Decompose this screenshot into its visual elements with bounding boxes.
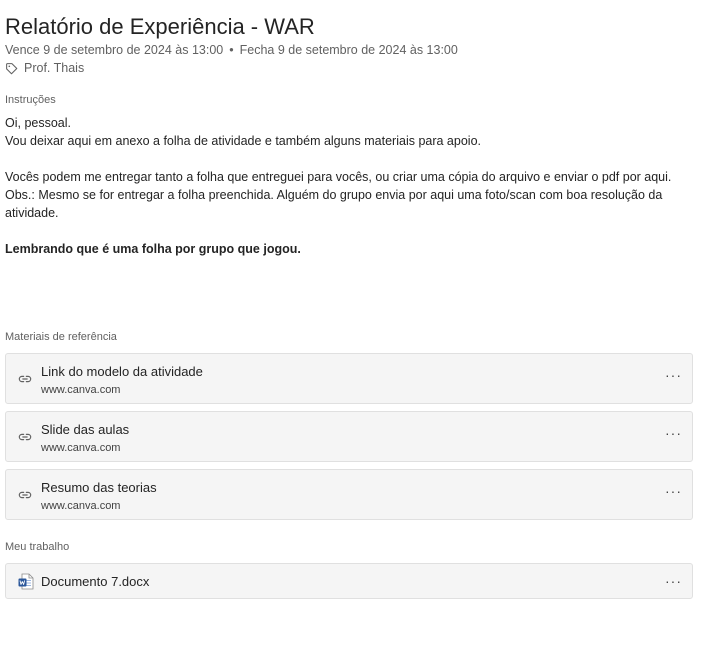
due-date: Vence 9 de setembro de 2024 às 13:00	[5, 43, 224, 57]
instructions-reminder: Lembrando que é uma folha por grupo que …	[5, 242, 301, 256]
reference-title[interactable]: Slide das aulas	[41, 422, 129, 437]
word-doc-icon	[18, 573, 34, 595]
instructions-line: Oi, pessoal.	[5, 116, 72, 130]
more-options-button[interactable]: ···	[665, 484, 682, 498]
file-name[interactable]: Documento 7.docx	[41, 574, 149, 589]
more-options-button[interactable]: ···	[665, 368, 682, 382]
instructions-label: Instruções	[5, 94, 56, 106]
tag-icon	[5, 62, 18, 75]
close-date: Fecha 9 de setembro de 2024 às 13:00	[239, 43, 458, 57]
assignment-page: Relatório de Experiência - WAR Vence 9 d…	[0, 0, 716, 658]
link-icon	[18, 430, 32, 449]
meta-separator: •	[229, 43, 234, 57]
reference-url: www.canva.com	[41, 442, 121, 454]
reference-title[interactable]: Link do modelo da atividade	[41, 364, 203, 379]
instructions-line: Obs.: Mesmo se for entregar a folha pree…	[5, 188, 663, 220]
link-icon	[18, 488, 32, 507]
instructions-line: Vocês podem me entregar tanto a folha qu…	[5, 170, 672, 184]
my-work-label: Meu trabalho	[5, 541, 70, 553]
instructions-body: Oi, pessoal. Vou deixar aqui em anexo a …	[5, 114, 695, 258]
teacher-tag: Prof. Thais	[5, 61, 84, 75]
instructions-line: Vou deixar aqui em anexo a folha de ativ…	[5, 134, 481, 148]
reference-card[interactable]: Link do modelo da atividade www.canva.co…	[5, 353, 693, 404]
more-options-button[interactable]: ···	[665, 426, 682, 440]
due-dates: Vence 9 de setembro de 2024 às 13:00 • Fec…	[5, 43, 458, 57]
file-card[interactable]: Documento 7.docx ···	[5, 563, 693, 599]
more-options-button[interactable]: ···	[665, 574, 682, 588]
assignment-title: Relatório de Experiência - WAR	[5, 14, 315, 39]
teacher-name: Prof. Thais	[24, 61, 85, 75]
reference-url: www.canva.com	[41, 384, 121, 396]
reference-url: www.canva.com	[41, 500, 121, 512]
link-icon	[18, 372, 32, 391]
reference-title[interactable]: Resumo das teorias	[41, 480, 157, 495]
reference-card[interactable]: Slide das aulas www.canva.com ···	[5, 411, 693, 462]
reference-card[interactable]: Resumo das teorias www.canva.com ···	[5, 469, 693, 520]
references-label: Materiais de referência	[5, 331, 117, 343]
